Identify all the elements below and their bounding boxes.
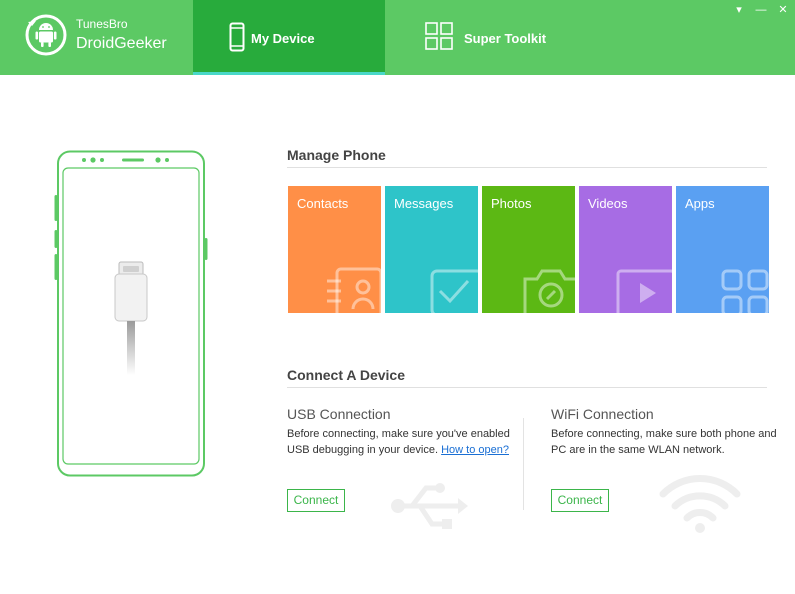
usb-connection-description: Before connecting, make sure you've enab…	[287, 426, 517, 458]
grid-icon	[425, 22, 453, 50]
android-logo-icon	[25, 14, 67, 56]
window-controls: ▾ — ✕	[733, 4, 789, 16]
tab-my-device-label: My Device	[251, 31, 315, 46]
wifi-connection-description: Before connecting, make sure both phone …	[551, 426, 781, 458]
apps-icon	[721, 269, 769, 313]
tile-videos-label: Videos	[588, 196, 628, 211]
usb-desc-line2: USB debugging in your device.	[287, 444, 439, 456]
tile-apps-label: Apps	[685, 196, 715, 211]
wifi-connection-title: WiFi Connection	[551, 406, 654, 422]
connection-divider	[523, 418, 524, 510]
camera-icon	[523, 269, 575, 313]
tile-videos[interactable]: Videos	[579, 186, 672, 313]
manage-phone-divider	[287, 167, 767, 168]
wifi-icon	[659, 475, 741, 533]
phone-icon	[229, 22, 245, 52]
close-button[interactable]: ✕	[777, 4, 789, 16]
usb-connect-button[interactable]: Connect	[287, 489, 345, 512]
tile-photos-label: Photos	[491, 196, 532, 211]
wifi-desc-line1: Before connecting, make sure both phone …	[551, 428, 777, 440]
connect-device-heading: Connect A Device	[287, 367, 405, 383]
tile-messages[interactable]: Messages	[385, 186, 478, 313]
usb-icon	[391, 483, 468, 529]
tab-super-toolkit[interactable]: Super Toolkit	[385, 0, 625, 75]
messages-icon	[430, 269, 478, 313]
tile-apps[interactable]: Apps	[676, 186, 769, 313]
active-tab-indicator	[193, 72, 385, 75]
contacts-icon	[327, 267, 381, 313]
video-icon	[616, 269, 672, 313]
usb-desc-line1: Before connecting, make sure you've enab…	[287, 428, 510, 440]
usb-connection-title: USB Connection	[287, 406, 391, 422]
app-header: TunesBro DroidGeeker My Device Super Too…	[0, 0, 795, 75]
tile-messages-label: Messages	[394, 196, 454, 211]
brand: TunesBro DroidGeeker	[0, 0, 193, 75]
tile-contacts[interactable]: Contacts	[288, 186, 381, 313]
tile-contacts-label: Contacts	[297, 196, 349, 211]
wifi-desc-line2: PC are in the same WLAN network.	[551, 444, 725, 456]
phone-illustration	[54, 150, 208, 477]
brand-company: TunesBro	[76, 17, 128, 31]
manage-phone-heading: Manage Phone	[287, 147, 386, 163]
wifi-connect-button[interactable]: Connect	[551, 489, 609, 512]
tile-photos[interactable]: Photos	[482, 186, 575, 313]
minimize-button[interactable]: —	[755, 4, 767, 16]
tab-my-device[interactable]: My Device	[193, 0, 385, 75]
how-to-open-link[interactable]: How to open?	[441, 444, 509, 456]
connect-device-divider	[287, 387, 767, 388]
brand-product: DroidGeeker	[76, 35, 167, 52]
menu-button[interactable]: ▾	[733, 4, 745, 16]
tab-super-toolkit-label: Super Toolkit	[464, 31, 547, 46]
